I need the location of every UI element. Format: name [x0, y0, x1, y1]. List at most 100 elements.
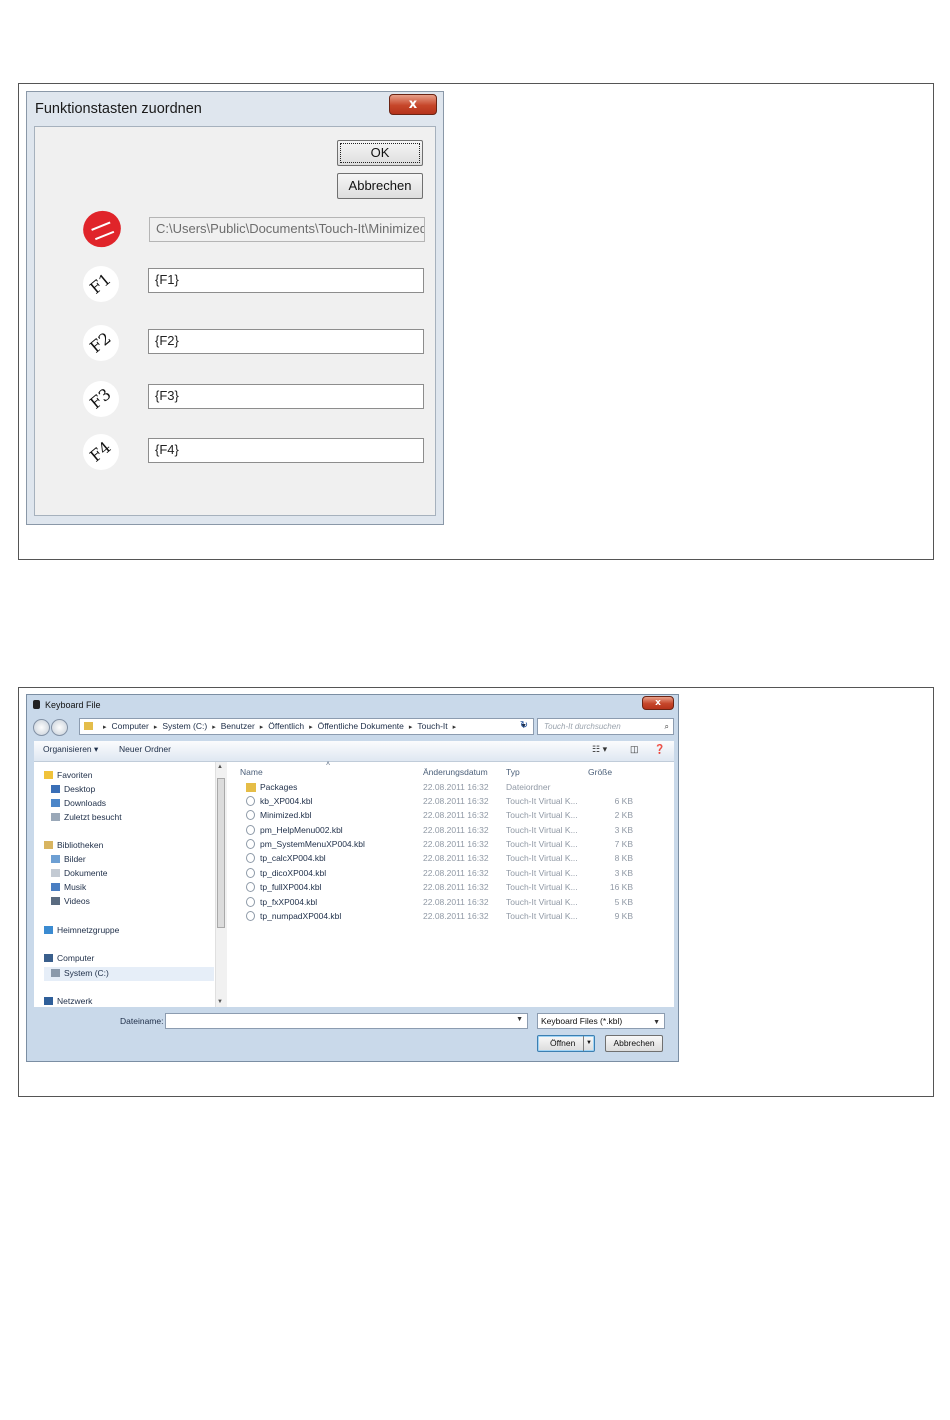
table-row[interactable]: tp_fullXP004.kbl 22.08.2011 16:32 Touch-It… [230, 881, 674, 895]
table-row[interactable]: tp_fxXP004.kbl 22.08.2011 16:32 Touch-It V… [230, 896, 674, 910]
breadcrumb-public-documents[interactable]: Öffentliche Dokumente [318, 721, 404, 731]
search-input[interactable]: Touch-It durchsuchen ⌕ [537, 718, 674, 735]
star-icon [44, 771, 53, 779]
keyboard-file-dialog: Keyboard File x ▸ Computer ▸ System (C:) ▸ Be… [26, 694, 679, 1062]
address-bar[interactable]: ▸ Computer ▸ System (C:) ▸ Benutzer ▸ Öffentlic… [79, 718, 534, 735]
nav-favorites[interactable]: Favoriten [44, 770, 92, 780]
file-name: Packages [260, 782, 298, 792]
file-size: 7 KB [614, 839, 633, 849]
kbl-file-icon [246, 839, 255, 849]
table-row[interactable]: tp_dicoXP004.kbl 22.08.2011 16:32 Touch-It… [230, 867, 674, 881]
breadcrumb-separator: ▸ [103, 724, 107, 731]
nav-homegroup-label: Heimnetzgruppe [57, 925, 120, 935]
close-button[interactable]: x [642, 696, 674, 710]
breadcrumb-computer[interactable]: Computer [112, 721, 149, 731]
open-button[interactable]: Öffnen ▼ [537, 1035, 595, 1052]
table-row[interactable]: tp_numpadXP004.kbl 22.08.2011 16:32 Touch-… [230, 910, 674, 924]
filename-label: Dateiname: [120, 1016, 164, 1026]
file-type: Touch-It Virtual K... [506, 897, 578, 907]
refresh-icon[interactable]: ↻ [517, 718, 531, 735]
f3-assignment-input[interactable]: {F3} [148, 384, 424, 409]
column-header-name[interactable]: Name [240, 767, 263, 777]
nav-recent[interactable]: Zuletzt besucht [51, 812, 122, 822]
column-header-date[interactable]: Änderungsdatum [423, 767, 488, 777]
nav-videos[interactable]: Videos [51, 896, 90, 906]
kbl-file-icon [246, 810, 255, 820]
preview-pane-icon[interactable]: ◫ [630, 744, 639, 755]
new-folder-button[interactable]: Neuer Ordner [119, 744, 171, 754]
folder-icon [84, 722, 93, 730]
open-split-arrow-icon[interactable]: ▼ [583, 1036, 594, 1051]
nav-libraries-label: Bibliotheken [57, 840, 104, 850]
table-row[interactable]: pm_SystemMenuXP004.kbl 22.08.2011 16:32 To… [230, 838, 674, 852]
column-header-type[interactable]: Typ [506, 767, 520, 777]
file-date: 22.08.2011 16:32 [423, 782, 489, 792]
pictures-icon [51, 855, 60, 863]
cancel-button[interactable]: Abbrechen [337, 173, 423, 199]
f1-assignment-input[interactable]: {F1} [148, 268, 424, 293]
file-date: 22.08.2011 16:32 [423, 810, 489, 820]
breadcrumb-system[interactable]: System (C:) [162, 721, 207, 731]
libraries-icon [44, 841, 53, 849]
file-type: Dateiordner [506, 782, 551, 792]
close-button[interactable]: x [389, 94, 437, 115]
file-size: 5 KB [614, 897, 633, 907]
breadcrumb-touch-it[interactable]: Touch-It [417, 721, 447, 731]
file-type: Touch-It Virtual K... [506, 796, 578, 806]
file-name: tp_calcXP004.kbl [260, 853, 326, 863]
nav-computer[interactable]: Computer [44, 953, 94, 963]
table-row[interactable]: pm_HelpMenu002.kbl 22.08.2011 16:32 Touch-… [230, 824, 674, 838]
videos-icon [51, 897, 60, 905]
nav-documents[interactable]: Dokumente [51, 868, 107, 878]
nav-libraries[interactable]: Bibliotheken [44, 840, 103, 850]
search-icon[interactable]: ⌕ [665, 719, 669, 734]
file-date: 22.08.2011 16:32 [423, 853, 489, 863]
breadcrumb-benutzer[interactable]: Benutzer [221, 721, 255, 731]
nav-music[interactable]: Musik [51, 882, 86, 892]
ok-button[interactable]: OK [337, 140, 423, 166]
filename-dropdown-icon[interactable]: ▼ [516, 1016, 523, 1023]
table-row[interactable]: Packages 22.08.2011 16:32 Dateiordner [230, 781, 674, 795]
breadcrumb-oeffentlich[interactable]: Öffentlich [268, 721, 304, 731]
nav-pictures[interactable]: Bilder [51, 854, 86, 864]
table-row[interactable]: kb_XP004.kbl 22.08.2011 16:32 Touch-It Vir… [230, 795, 674, 809]
network-icon [44, 997, 53, 1005]
nav-system-drive[interactable]: System (C:) [51, 968, 109, 978]
filename-input[interactable]: ▼ [165, 1013, 528, 1029]
nav-downloads[interactable]: Downloads [51, 798, 106, 808]
f2-assignment-input[interactable]: {F2} [148, 329, 424, 354]
forward-button[interactable] [51, 719, 68, 736]
cancel-button[interactable]: Abbrechen [605, 1035, 663, 1052]
scroll-down-icon[interactable]: ▼ [217, 999, 223, 1005]
recent-places-icon [51, 813, 60, 821]
nav-network[interactable]: Netzwerk [44, 996, 92, 1006]
f4-key-icon-label: F4 [86, 437, 115, 466]
nav-scrollbar[interactable]: ▲ ▼ [215, 762, 227, 1007]
column-header-size[interactable]: Größe [588, 767, 612, 777]
back-button[interactable] [33, 719, 50, 736]
file-name: tp_fullXP004.kbl [260, 882, 322, 892]
file-date: 22.08.2011 16:32 [423, 882, 489, 892]
nav-homegroup[interactable]: Heimnetzgruppe [44, 925, 119, 935]
file-name: pm_HelpMenu002.kbl [260, 825, 343, 835]
scroll-up-icon[interactable]: ▲ [217, 764, 223, 770]
nav-desktop[interactable]: Desktop [51, 784, 95, 794]
browser-panel: Favoriten Desktop Downloads Zuletzt besu… [34, 761, 674, 1007]
downloads-icon [51, 799, 60, 807]
table-row[interactable]: Minimized.kbl 22.08.2011 16:32 Touch-It Vi… [230, 809, 674, 823]
help-icon[interactable]: ❓ [654, 744, 665, 755]
kbl-file-icon [246, 853, 255, 863]
organize-menu[interactable]: Organisieren ▾ [43, 744, 98, 755]
nav-music-label: Musik [64, 882, 87, 892]
table-row[interactable]: tp_calcXP004.kbl 22.08.2011 16:32 Touch-It… [230, 852, 674, 866]
f2-key-icon: F2 [83, 325, 119, 361]
desktop-icon [51, 785, 60, 793]
scrollbar-thumb[interactable] [217, 778, 225, 928]
file-type-filter-select[interactable]: Keyboard Files (*.kbl) ▼ [537, 1013, 665, 1029]
f4-assignment-input[interactable]: {F4} [148, 438, 424, 463]
breadcrumb-separator: ▸ [259, 724, 264, 731]
file-name: pm_SystemMenuXP004.kbl [260, 839, 365, 849]
file-type: Touch-It Virtual K... [506, 853, 578, 863]
nav-recent-label: Zuletzt besucht [64, 812, 122, 822]
view-options-icon[interactable]: ☷ ▾ [592, 744, 607, 755]
